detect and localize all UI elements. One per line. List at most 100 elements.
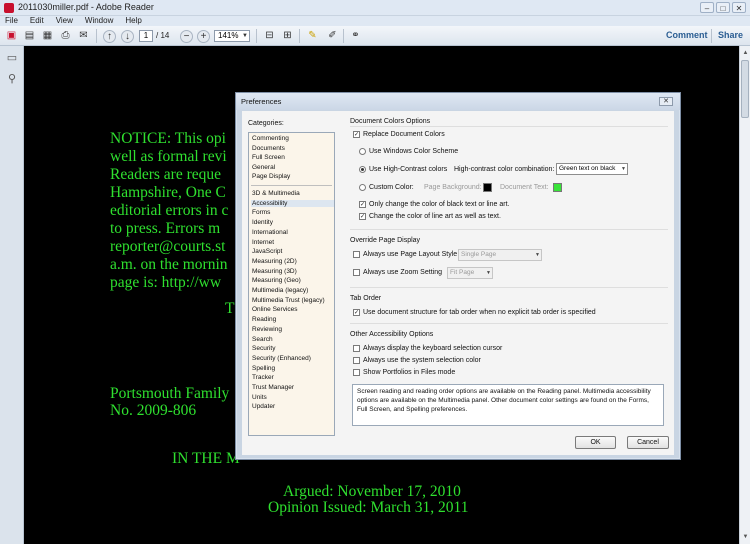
- zoom-setting-select[interactable]: Fit Page ▼: [447, 267, 493, 279]
- vertical-scrollbar[interactable]: ▲ ▼: [739, 46, 750, 544]
- category-measuring-geo[interactable]: Measuring (Geo): [251, 277, 334, 284]
- window-titlebar: 2011030miller.pdf - Adobe Reader – □ ✕: [0, 0, 750, 16]
- category-multimedia-legacy[interactable]: Multimedia (legacy): [251, 287, 334, 294]
- maximize-button[interactable]: □: [716, 2, 730, 13]
- minimize-button[interactable]: –: [700, 2, 714, 13]
- ok-button[interactable]: OK: [575, 436, 616, 449]
- category-multimedia-trust[interactable]: Multimedia Trust (legacy): [251, 297, 334, 304]
- page-background-swatch[interactable]: [483, 183, 492, 192]
- layout-style-select[interactable]: Single Page ▼: [458, 249, 542, 261]
- category-3d-multimedia[interactable]: 3D & Multimedia: [251, 190, 334, 197]
- system-color-checkbox[interactable]: [353, 357, 360, 364]
- category-javascript[interactable]: JavaScript: [251, 248, 334, 255]
- toolbar-separator: [711, 29, 712, 43]
- highlight-icon[interactable]: ✐: [325, 29, 340, 43]
- toolbar-separator: [256, 29, 257, 43]
- menu-help[interactable]: Help: [125, 16, 141, 26]
- high-contrast-radio[interactable]: [359, 166, 366, 173]
- category-units[interactable]: Units: [251, 394, 334, 401]
- create-pdf-icon[interactable]: ▣: [4, 29, 19, 43]
- category-identity[interactable]: Identity: [251, 219, 334, 226]
- cancel-button[interactable]: Cancel: [627, 436, 669, 449]
- category-forms[interactable]: Forms: [251, 209, 334, 216]
- menu-edit[interactable]: Edit: [30, 16, 44, 26]
- category-accessibility[interactable]: Accessibility: [251, 199, 334, 207]
- attachments-icon[interactable]: ⚲: [6, 73, 18, 86]
- doc-line: reporter@courts.st: [110, 238, 226, 255]
- doc-line: page is: http://ww: [110, 274, 222, 291]
- category-internet[interactable]: Internet: [251, 239, 334, 246]
- open-file-icon[interactable]: ▤: [22, 29, 37, 43]
- category-measuring-3d[interactable]: Measuring (3D): [251, 268, 334, 275]
- category-online-services[interactable]: Online Services: [251, 306, 334, 313]
- windows-scheme-radio[interactable]: [359, 148, 366, 155]
- page-number-input[interactable]: 1: [139, 30, 153, 42]
- category-general[interactable]: General: [251, 164, 334, 171]
- email-icon[interactable]: ✉: [76, 29, 91, 43]
- sticky-note-icon[interactable]: ✎: [305, 29, 320, 43]
- close-button[interactable]: ✕: [732, 2, 746, 13]
- category-tracker[interactable]: Tracker: [251, 374, 334, 381]
- fit-width-icon[interactable]: ⊟: [262, 29, 277, 43]
- doc-line: Opinion Issued: March 31, 2011: [268, 499, 469, 516]
- previous-page-icon[interactable]: ↑: [103, 30, 116, 43]
- only-black-label: Only change the color of black text or l…: [369, 201, 510, 208]
- menu-bar: File Edit View Window Help: [0, 16, 750, 26]
- page-thumbnails-icon[interactable]: ▭: [6, 52, 18, 65]
- keyboard-cursor-checkbox[interactable]: [353, 345, 360, 352]
- category-reviewing[interactable]: Reviewing: [251, 326, 334, 333]
- portfolios-checkbox[interactable]: [353, 369, 360, 376]
- zoom-setting-label: Always use Zoom Setting: [363, 269, 442, 276]
- layout-style-checkbox[interactable]: [353, 251, 360, 258]
- categories-list: Commenting Documents Full Screen General…: [248, 132, 335, 436]
- custom-color-radio[interactable]: [359, 184, 366, 191]
- category-documents[interactable]: Documents: [251, 145, 334, 152]
- print-icon[interactable]: ⎙: [58, 29, 73, 43]
- zoom-setting-checkbox[interactable]: [353, 269, 360, 276]
- category-commenting[interactable]: Commenting: [251, 135, 334, 142]
- collaborate-icon[interactable]: ⚭: [348, 29, 363, 43]
- document-text-swatch[interactable]: [553, 183, 562, 192]
- menu-view[interactable]: View: [56, 16, 73, 26]
- category-security-enhanced[interactable]: Security (Enhanced): [251, 355, 334, 362]
- categories-label: Categories:: [248, 120, 284, 127]
- category-reading[interactable]: Reading: [251, 316, 334, 323]
- layout-style-label: Always use Page Layout Style: [363, 251, 458, 258]
- replace-colors-checkbox[interactable]: ✓: [353, 131, 360, 138]
- toolbar-separator: [343, 29, 344, 43]
- comment-button[interactable]: Comment: [666, 30, 708, 40]
- zoom-select[interactable]: 141% ▼: [214, 30, 250, 42]
- only-black-checkbox[interactable]: ✓: [359, 201, 366, 208]
- doc-line: to press. Errors m: [110, 220, 221, 237]
- share-button[interactable]: Share: [718, 30, 743, 40]
- dialog-titlebar: Preferences ✕: [236, 93, 680, 110]
- category-international[interactable]: International: [251, 229, 334, 236]
- dialog-close-icon[interactable]: ✕: [659, 97, 673, 106]
- category-measuring-2d[interactable]: Measuring (2D): [251, 258, 334, 265]
- category-search[interactable]: Search: [251, 336, 334, 343]
- category-spelling[interactable]: Spelling: [251, 365, 334, 372]
- fit-page-icon[interactable]: ⊞: [280, 29, 295, 43]
- doc-colors-heading: Document Colors Options: [350, 118, 431, 125]
- line-art-checkbox[interactable]: ✓: [359, 213, 366, 220]
- tab-order-heading: Tab Order: [350, 295, 382, 302]
- category-full-screen[interactable]: Full Screen: [251, 154, 334, 161]
- category-page-display[interactable]: Page Display: [251, 173, 334, 180]
- zoom-out-icon[interactable]: −: [180, 30, 193, 43]
- scroll-thumb[interactable]: [741, 60, 749, 118]
- category-updater[interactable]: Updater: [251, 403, 334, 410]
- tab-order-checkbox[interactable]: ✓: [353, 309, 360, 316]
- custom-color-label: Custom Color:: [369, 184, 414, 191]
- save-icon[interactable]: ▦: [40, 29, 55, 43]
- zoom-value: 141%: [218, 31, 239, 40]
- menu-window[interactable]: Window: [85, 16, 113, 26]
- menu-file[interactable]: File: [5, 16, 18, 26]
- replace-colors-label: Replace Document Colors: [363, 131, 445, 138]
- scroll-down-icon[interactable]: ▼: [741, 532, 750, 542]
- category-trust-manager[interactable]: Trust Manager: [251, 384, 334, 391]
- scroll-up-icon[interactable]: ▲: [741, 48, 750, 58]
- category-security[interactable]: Security: [251, 345, 334, 352]
- zoom-in-icon[interactable]: +: [197, 30, 210, 43]
- next-page-icon[interactable]: ↓: [121, 30, 134, 43]
- combination-select[interactable]: Green text on black ▼: [556, 163, 628, 175]
